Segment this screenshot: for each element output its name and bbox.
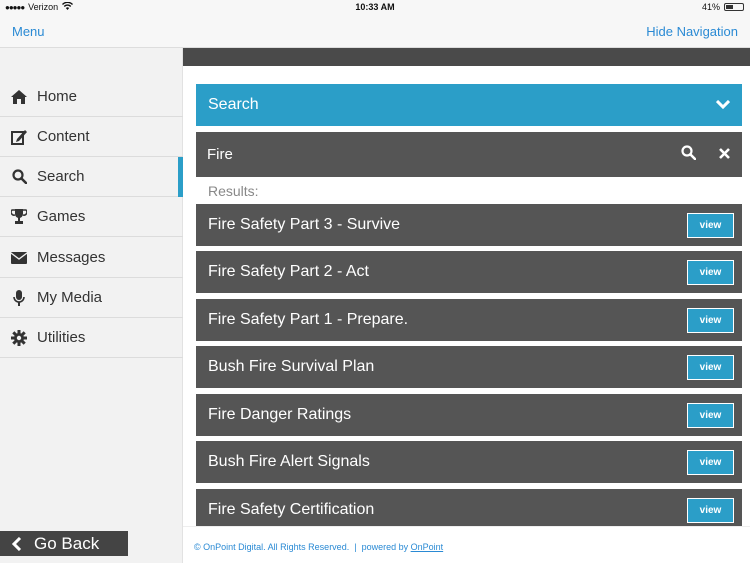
- chevron-left-icon: [12, 536, 22, 551]
- battery-percent: 41%: [701, 2, 720, 12]
- footer-separator: |: [354, 542, 357, 552]
- result-title: Fire Safety Certification: [208, 501, 375, 518]
- gear-icon: [10, 329, 28, 347]
- result-title: Fire Safety Part 1 - Prepare.: [208, 311, 409, 328]
- result-row: Fire Danger Ratings view: [196, 394, 742, 436]
- view-button[interactable]: view: [687, 449, 734, 475]
- sidebar-item-content[interactable]: Content: [0, 117, 183, 157]
- result-row: Fire Safety Part 1 - Prepare. view: [196, 299, 742, 341]
- sidebar-item-label: Home: [37, 88, 78, 105]
- result-title: Bush Fire Survival Plan: [208, 358, 375, 375]
- result-row: Bush Fire Survival Plan view: [196, 346, 742, 388]
- search-icon: [10, 168, 28, 186]
- close-icon: [718, 146, 730, 164]
- sidebar: Home Content Search Games Messages My Me…: [0, 48, 183, 563]
- envelope-icon: [10, 249, 28, 267]
- sidebar-item-label: Utilities: [37, 329, 86, 346]
- sidebar-item-label: Messages: [37, 249, 106, 266]
- view-button[interactable]: view: [687, 259, 734, 285]
- search-input[interactable]: [196, 132, 670, 177]
- clear-search-button[interactable]: [706, 137, 742, 173]
- sidebar-item-my-media[interactable]: My Media: [0, 278, 183, 318]
- onpoint-link[interactable]: OnPoint: [411, 542, 444, 552]
- home-icon: [10, 88, 28, 106]
- sidebar-item-label: Games: [37, 208, 86, 225]
- navigation-bar: Menu Hide Navigation: [0, 16, 750, 48]
- content-top-bar: [183, 48, 750, 66]
- view-button[interactable]: view: [687, 354, 734, 380]
- search-submit-button[interactable]: [670, 137, 706, 173]
- search-bar: [196, 132, 742, 177]
- chevron-down-icon: [716, 100, 730, 110]
- result-row: Fire Safety Part 2 - Act view: [196, 251, 742, 293]
- result-row: Bush Fire Alert Signals view: [196, 441, 742, 483]
- edit-icon: [10, 128, 28, 146]
- go-back-label: Go Back: [34, 533, 100, 553]
- view-button[interactable]: view: [687, 402, 734, 428]
- battery-icon: [724, 3, 744, 11]
- result-title: Fire Safety Part 2 - Act: [208, 263, 369, 280]
- footer-text: © OnPoint Digital. All Rights Reserved. …: [194, 542, 443, 552]
- powered-by-text: powered by: [361, 542, 409, 552]
- microphone-icon: [10, 289, 28, 307]
- sidebar-item-label: My Media: [37, 289, 103, 306]
- copyright-text: © OnPoint Digital. All Rights Reserved.: [194, 542, 350, 552]
- trophy-icon: [10, 208, 28, 226]
- main-content: Search Results: Fire Safety Part 3 - Sur…: [183, 48, 750, 563]
- sidebar-item-label: Search: [37, 168, 85, 185]
- sidebar-item-games[interactable]: Games: [0, 197, 183, 237]
- sidebar-item-home[interactable]: Home: [0, 77, 183, 117]
- sidebar-item-utilities[interactable]: Utilities: [0, 318, 183, 358]
- search-icon: [680, 144, 696, 165]
- sidebar-item-search[interactable]: Search: [0, 157, 183, 197]
- results-label: Results:: [208, 183, 259, 199]
- sidebar-item-messages[interactable]: Messages: [0, 238, 183, 278]
- search-panel-header[interactable]: Search: [196, 84, 742, 126]
- hide-navigation-button[interactable]: Hide Navigation: [646, 24, 738, 39]
- status-bar: ●●●●● Verizon 10:33 AM 41%: [0, 0, 750, 16]
- footer: © OnPoint Digital. All Rights Reserved. …: [183, 526, 750, 563]
- sidebar-item-label: Content: [37, 128, 90, 145]
- view-button[interactable]: view: [687, 307, 734, 333]
- result-title: Fire Safety Part 3 - Survive: [208, 216, 401, 233]
- menu-button[interactable]: Menu: [12, 24, 45, 39]
- status-right: 41%: [702, 2, 744, 12]
- result-row: Fire Safety Certification view: [196, 489, 742, 531]
- result-row: Fire Safety Part 3 - Survive view: [196, 204, 742, 246]
- view-button[interactable]: view: [687, 497, 734, 523]
- result-title: Bush Fire Alert Signals: [208, 453, 370, 470]
- view-button[interactable]: view: [687, 212, 734, 238]
- search-panel-title: Search: [208, 96, 259, 113]
- status-time: 10:33 AM: [355, 2, 395, 12]
- go-back-button[interactable]: Go Back: [0, 531, 128, 556]
- result-title: Fire Danger Ratings: [208, 406, 352, 423]
